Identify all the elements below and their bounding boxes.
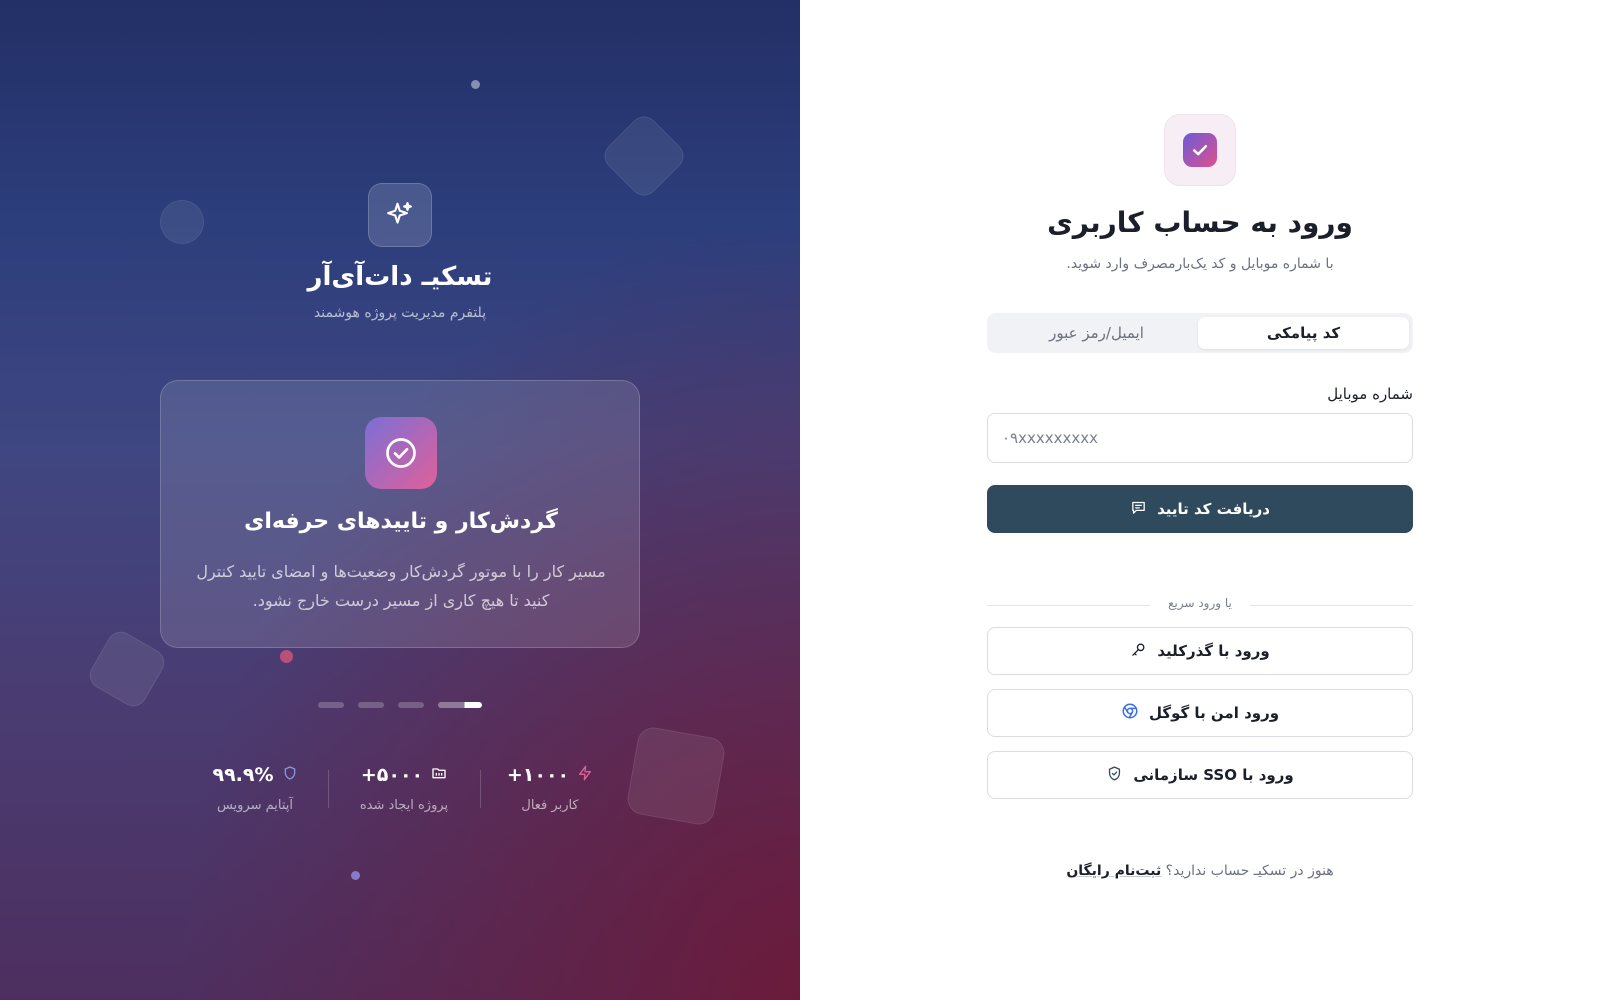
decor-dot	[471, 80, 480, 89]
shield-icon	[282, 765, 298, 785]
feature-title: گردش‌کار و تاییدهای حرفه‌ای	[244, 509, 558, 534]
brand-title: تسکیـ دات‌آی‌آر	[307, 262, 493, 292]
pager-dot[interactable]	[398, 702, 424, 708]
stat-label: کاربر فعال	[521, 798, 579, 813]
stat-uptime: ۹۹.۹% آپتایم سرویس	[190, 764, 320, 813]
signup-text: هنوز در تسکیـ حساب ندارید؟	[1165, 863, 1334, 879]
stat-value: +۱۰۰۰	[506, 764, 570, 786]
sso-label: ورود با SSO سازمانی	[1133, 766, 1294, 784]
sparkle-icon	[368, 183, 432, 247]
stat-users: +۱۰۰۰ کاربر فعال	[485, 764, 615, 813]
pager-dot[interactable]	[358, 702, 384, 708]
feature-card: گردش‌کار و تاییدهای حرفه‌ای مسیر کار را …	[160, 380, 640, 648]
folder-icon	[431, 765, 447, 785]
decor-circle	[160, 200, 204, 244]
decor-dot	[351, 871, 360, 880]
stat-divider	[480, 770, 481, 808]
login-method-tabs: کد پیامکی ایمیل/رمز عبور	[987, 313, 1413, 353]
google-login-button[interactable]: ورود امن با گوگل	[987, 689, 1413, 737]
stat-divider	[328, 770, 329, 808]
brand-panel: تسکیـ دات‌آی‌آر پلتفرم مدیریت پروژه هوشم…	[0, 0, 800, 1000]
pager-dot-active[interactable]	[438, 702, 482, 708]
stat-label: پروژه ایجاد شده	[359, 798, 449, 813]
feature-description: مسیر کار را با موتور گردش‌کار وضعیت‌ها و…	[196, 562, 606, 610]
decor-diamond	[598, 110, 690, 202]
mobile-input[interactable]	[987, 413, 1413, 463]
key-icon	[1130, 641, 1147, 662]
decor-square	[625, 725, 727, 827]
decor-square	[84, 626, 170, 712]
tab-sms-code[interactable]: کد پیامکی	[1198, 317, 1409, 349]
decor-dot	[280, 650, 293, 663]
google-icon	[1121, 702, 1139, 724]
stat-value: ۹۹.۹%	[212, 764, 274, 786]
passkey-login-button[interactable]: ورود با گذرکلید	[987, 627, 1413, 675]
login-panel: ورود به حساب کاربری با شماره موبایل و کد…	[800, 0, 1600, 1000]
signup-link[interactable]: ثبت‌نام رایگان	[1066, 863, 1161, 879]
get-code-label: دریافت کد تایید	[1157, 500, 1270, 518]
login-subtitle: با شماره موبایل و کد یک‌بارمصرف وارد شوی…	[1066, 256, 1334, 272]
passkey-label: ورود با گذرکلید	[1157, 642, 1270, 660]
tab-email-password[interactable]: ایمیل/رمز عبور	[991, 317, 1202, 349]
brand-subtitle: پلتفرم مدیریت پروژه هوشمند	[313, 305, 487, 321]
check-circle-icon	[365, 417, 437, 489]
mobile-label: شماره موبایل	[1327, 385, 1413, 403]
lightning-icon	[577, 765, 593, 785]
sso-login-button[interactable]: ورود با SSO سازمانی	[987, 751, 1413, 799]
login-title: ورود به حساب کاربری	[1047, 206, 1353, 239]
check-icon	[1183, 133, 1217, 167]
quick-login-label: یا ورود سریع	[1150, 596, 1250, 610]
message-icon	[1130, 499, 1147, 520]
app-logo	[1164, 114, 1236, 186]
get-code-button[interactable]: دریافت کد تایید	[987, 485, 1413, 533]
signup-prompt: هنوز در تسکیـ حساب ندارید؟ ثبت‌نام رایگا…	[1000, 863, 1400, 879]
stat-projects: +۵۰۰۰ پروژه ایجاد شده	[339, 764, 469, 813]
stat-value: +۵۰۰۰	[360, 764, 424, 786]
shield-check-icon	[1106, 765, 1123, 786]
stat-label: آپتایم سرویس	[216, 798, 294, 813]
carousel-pager	[318, 702, 482, 708]
google-label: ورود امن با گوگل	[1148, 704, 1280, 722]
pager-dot[interactable]	[318, 702, 344, 708]
